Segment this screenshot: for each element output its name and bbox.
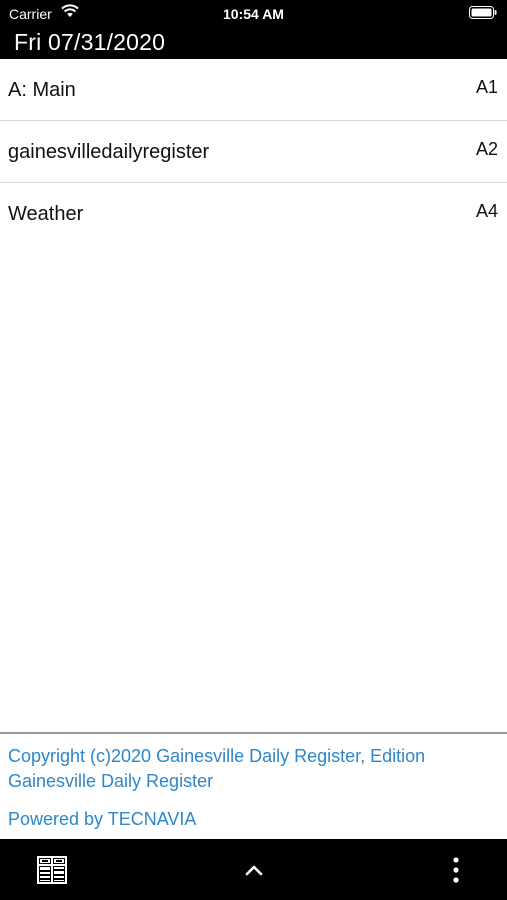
battery-icon bbox=[469, 6, 497, 19]
powered-by-link[interactable]: Powered by TECNAVIA bbox=[8, 809, 196, 830]
more-vertical-icon bbox=[453, 856, 459, 883]
section-row-main[interactable]: A: Main A1 bbox=[0, 59, 507, 121]
section-name: Weather bbox=[8, 203, 84, 225]
section-name: A: Main bbox=[8, 79, 76, 101]
section-page-number: A2 bbox=[475, 139, 498, 159]
section-row-gainesvilledailyregister[interactable]: gainesvilledailyregister A2 bbox=[0, 121, 507, 183]
edition-header: Fri 07/31/2020 bbox=[0, 26, 507, 59]
status-bar: Carrier 10:54 AM bbox=[0, 0, 507, 26]
edition-date: Fri 07/31/2020 bbox=[14, 29, 166, 55]
pages-button[interactable] bbox=[30, 839, 74, 900]
more-options-button[interactable] bbox=[440, 839, 472, 900]
section-page-number: A4 bbox=[475, 201, 498, 221]
scroll-up-button[interactable] bbox=[233, 839, 275, 900]
pages-grid-icon bbox=[37, 855, 67, 884]
bottom-toolbar bbox=[0, 839, 507, 900]
section-row-weather[interactable]: Weather A4 bbox=[0, 183, 507, 245]
chevron-up-icon bbox=[245, 865, 263, 875]
section-name: gainesvilledailyregister bbox=[8, 141, 210, 163]
section-page-number: A1 bbox=[475, 77, 498, 97]
footer: Copyright (c)2020 Gainesville Daily Regi… bbox=[0, 732, 507, 839]
copyright-link[interactable]: Copyright (c)2020 Gainesville Daily Regi… bbox=[8, 744, 488, 794]
section-list: A: Main A1 gainesvilledailyregister A2 W… bbox=[0, 59, 507, 245]
clock: 10:54 AM bbox=[223, 6, 284, 22]
